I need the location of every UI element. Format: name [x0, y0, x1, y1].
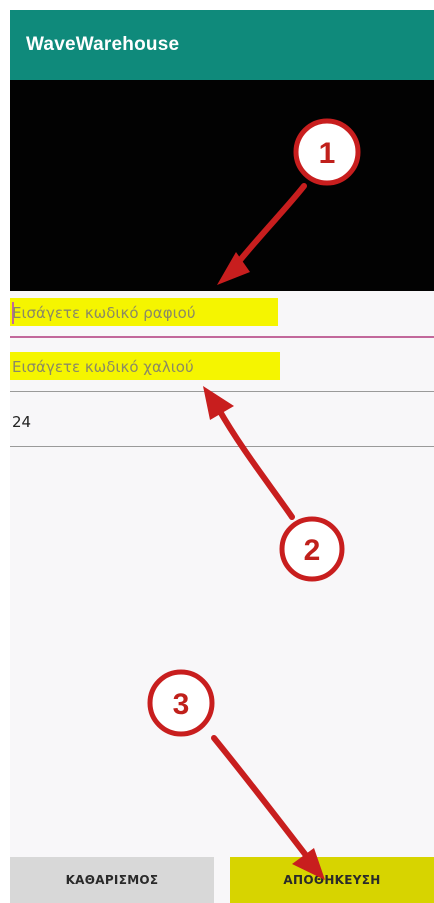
input-underline: [10, 391, 434, 392]
app-bar: WaveWarehouse: [10, 10, 434, 80]
shelf-code-input[interactable]: [12, 299, 432, 327]
input-underline: [10, 446, 434, 447]
quantity-input[interactable]: [12, 408, 432, 436]
carpet-code-input[interactable]: [12, 353, 432, 381]
barcode-scanner-preview[interactable]: [10, 80, 434, 291]
clear-button[interactable]: ΚΑΘΑΡΙΣΜΟΣ: [10, 857, 214, 903]
quantity-field: [10, 403, 434, 447]
app-title: WaveWarehouse: [26, 34, 180, 55]
save-button[interactable]: ΑΠΟΘΗΚΕΥΣΗ: [230, 857, 434, 903]
shelf-code-field: [10, 294, 434, 338]
app-screen: WaveWarehouse ΚΑΘΑΡΙΣΜΟΣ ΑΠΟΘΗΚΕΥΣΗ: [10, 10, 434, 903]
carpet-code-field: [10, 348, 434, 392]
input-underline: [10, 336, 434, 338]
